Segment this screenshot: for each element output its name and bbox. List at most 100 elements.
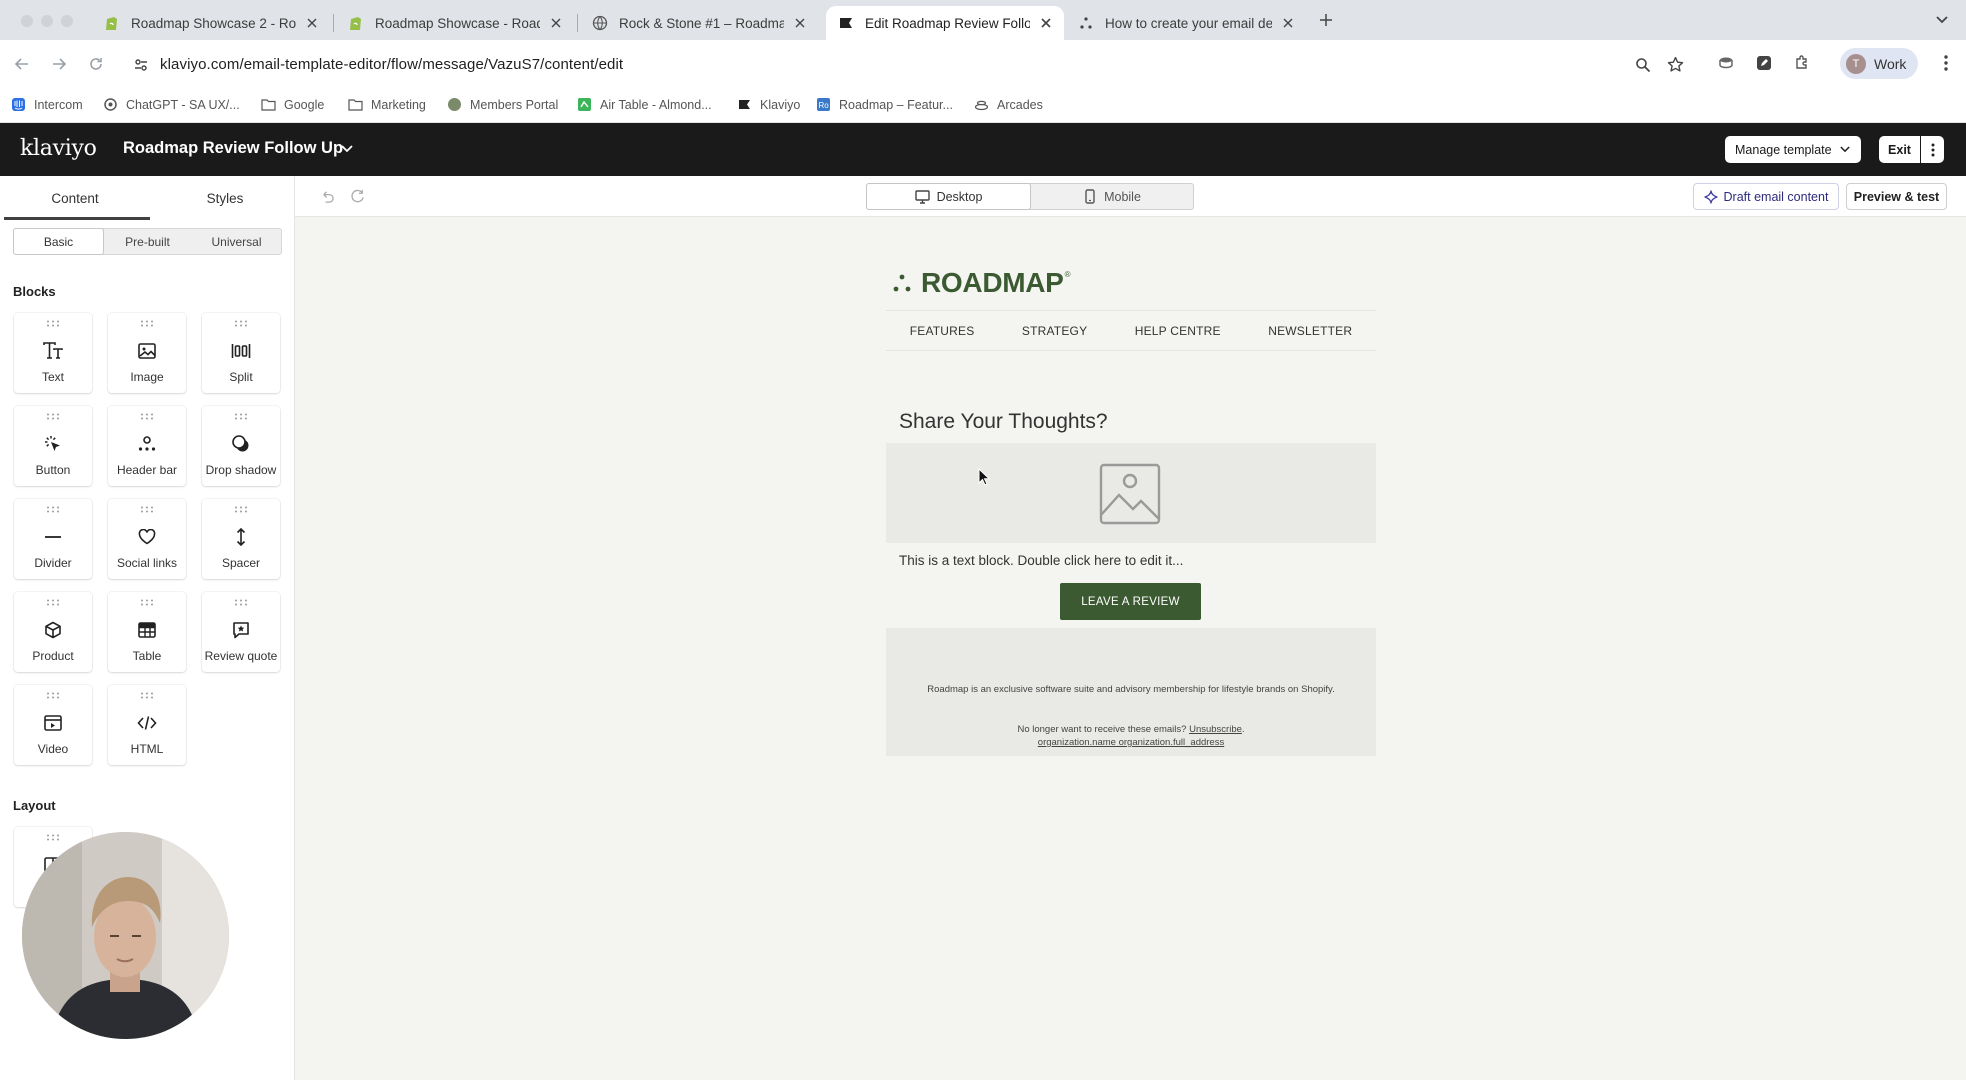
email-nav-bar[interactable]: FEATURES STRATEGY HELP CENTRE NEWSLETTER bbox=[886, 310, 1376, 351]
drag-handle-icon[interactable] bbox=[140, 320, 154, 327]
drag-handle-icon[interactable] bbox=[234, 413, 248, 420]
block-video[interactable]: Video bbox=[14, 685, 92, 765]
email-nav-features[interactable]: FEATURES bbox=[910, 324, 975, 338]
undo-icon[interactable] bbox=[319, 188, 335, 204]
browser-tab[interactable]: Roadmap Showcase - Roadm bbox=[336, 6, 574, 40]
block-html[interactable]: HTML bbox=[108, 685, 186, 765]
extension-storage-icon[interactable] bbox=[1716, 53, 1736, 73]
email-text-block[interactable]: This is a text block. Double click here … bbox=[899, 553, 1183, 568]
preview-test-button[interactable]: Preview & test bbox=[1846, 183, 1947, 210]
url-text[interactable]: klaviyo.com/email-template-editor/flow/m… bbox=[160, 56, 623, 73]
chevron-down-icon[interactable] bbox=[339, 141, 355, 157]
email-nav-help-centre[interactable]: HELP CENTRE bbox=[1135, 324, 1221, 338]
image-placeholder-block[interactable] bbox=[886, 443, 1376, 543]
email-nav-newsletter[interactable]: NEWSLETTER bbox=[1268, 324, 1352, 338]
reload-icon[interactable] bbox=[85, 53, 107, 75]
block-drop-shadow[interactable]: Drop shadow bbox=[202, 406, 280, 486]
bookmark-members-portal[interactable]: Members Portal bbox=[447, 97, 558, 112]
browser-tab[interactable]: How to create your email des bbox=[1066, 6, 1306, 40]
close-icon[interactable] bbox=[1038, 15, 1054, 31]
drag-handle-icon[interactable] bbox=[46, 599, 60, 606]
block-table[interactable]: Table bbox=[108, 592, 186, 672]
segment-basic[interactable]: Basic bbox=[13, 228, 104, 255]
draft-email-content-button[interactable]: Draft email content bbox=[1693, 183, 1839, 210]
exit-button[interactable]: Exit bbox=[1879, 136, 1920, 163]
drag-handle-icon[interactable] bbox=[140, 692, 154, 699]
profile-chip[interactable]: T Work bbox=[1840, 48, 1918, 79]
browser-tab-active[interactable]: Edit Roadmap Review Follow bbox=[826, 6, 1064, 40]
bookmark-google[interactable]: Google bbox=[261, 97, 324, 112]
browser-tab[interactable]: Rock & Stone #1 – Roadmap bbox=[580, 6, 818, 40]
block-label: Split bbox=[229, 370, 253, 384]
address-bar[interactable]: klaviyo.com/email-template-editor/flow/m… bbox=[124, 48, 1686, 81]
drag-handle-icon[interactable] bbox=[46, 413, 60, 420]
bookmark-chatgpt[interactable]: ChatGPT - SA UX/... bbox=[103, 97, 240, 112]
bookmark-marketing[interactable]: Marketing bbox=[348, 97, 426, 112]
drag-handle-icon[interactable] bbox=[140, 599, 154, 606]
bookmark-star-icon[interactable] bbox=[1665, 54, 1685, 74]
redo-icon[interactable] bbox=[349, 188, 365, 204]
drag-handle-icon[interactable] bbox=[140, 413, 154, 420]
email-heading[interactable]: Share Your Thoughts? bbox=[899, 410, 1108, 434]
drag-handle-icon[interactable] bbox=[140, 506, 154, 513]
chevron-down-icon[interactable] bbox=[1932, 10, 1952, 30]
bookmark-roadmap-features[interactable]: Ro Roadmap – Featur... bbox=[816, 97, 953, 112]
bookmark-intercom[interactable]: Intercom bbox=[11, 97, 83, 112]
email-footer[interactable]: Roadmap is an exclusive software suite a… bbox=[886, 628, 1376, 756]
tab-styles[interactable]: Styles bbox=[150, 176, 300, 220]
window-zoom-dot[interactable] bbox=[61, 15, 73, 27]
new-tab-icon[interactable] bbox=[1316, 10, 1336, 30]
tab-content[interactable]: Content bbox=[0, 176, 150, 220]
drag-handle-icon[interactable] bbox=[46, 692, 60, 699]
close-icon[interactable] bbox=[792, 15, 808, 31]
mouse-cursor-icon bbox=[978, 468, 990, 486]
block-text[interactable]: Text bbox=[14, 313, 92, 393]
more-vertical-icon[interactable] bbox=[1921, 136, 1944, 163]
segment-universal[interactable]: Universal bbox=[192, 229, 281, 254]
extensions-puzzle-icon[interactable] bbox=[1792, 53, 1812, 73]
block-review-quote[interactable]: Review quote bbox=[202, 592, 280, 672]
block-button[interactable]: Button bbox=[14, 406, 92, 486]
manage-template-button[interactable]: Manage template bbox=[1725, 136, 1861, 163]
drag-handle-icon[interactable] bbox=[46, 834, 60, 841]
block-divider[interactable]: Divider bbox=[14, 499, 92, 579]
drag-handle-icon[interactable] bbox=[234, 506, 248, 513]
unsubscribe-link[interactable]: Unsubscribe bbox=[1189, 724, 1242, 735]
window-minimize-dot[interactable] bbox=[41, 15, 53, 27]
email-logo[interactable]: ROADMAP ® bbox=[892, 267, 1070, 298]
tab-separator bbox=[333, 14, 334, 32]
footer-about-text: Roadmap is an exclusive software suite a… bbox=[927, 684, 1335, 695]
bookmark-klaviyo[interactable]: Klaviyo bbox=[737, 97, 800, 112]
forward-arrow-icon[interactable] bbox=[48, 53, 70, 75]
drag-handle-icon[interactable] bbox=[46, 320, 60, 327]
close-icon[interactable] bbox=[304, 15, 320, 31]
email-nav-strategy[interactable]: STRATEGY bbox=[1022, 324, 1087, 338]
close-icon[interactable] bbox=[1280, 15, 1296, 31]
zoom-icon[interactable] bbox=[1633, 55, 1652, 74]
leave-review-button[interactable]: LEAVE A REVIEW bbox=[1060, 583, 1201, 620]
block-label: Text bbox=[41, 370, 64, 384]
block-split[interactable]: Split bbox=[202, 313, 280, 393]
block-spacer[interactable]: Spacer bbox=[202, 499, 280, 579]
drag-handle-icon[interactable] bbox=[46, 506, 60, 513]
bookmark-label: Members Portal bbox=[470, 97, 559, 112]
window-close-dot[interactable] bbox=[21, 15, 33, 27]
device-desktop-button[interactable]: Desktop bbox=[866, 183, 1031, 210]
template-name[interactable]: Roadmap Review Follow Up bbox=[123, 139, 343, 158]
device-mobile-button[interactable]: Mobile bbox=[1030, 184, 1193, 209]
block-product[interactable]: Product bbox=[14, 592, 92, 672]
more-vertical-icon[interactable] bbox=[1936, 53, 1956, 73]
segment-pre-built[interactable]: Pre-built bbox=[103, 229, 192, 254]
close-icon[interactable] bbox=[548, 15, 564, 31]
back-arrow-icon[interactable] bbox=[11, 53, 33, 75]
bookmark-arcades[interactable]: Arcades bbox=[974, 97, 1043, 112]
block-social-links[interactable]: Social links bbox=[108, 499, 186, 579]
site-settings-icon[interactable] bbox=[132, 56, 149, 73]
block-image[interactable]: Image bbox=[108, 313, 186, 393]
extension-edit-icon[interactable] bbox=[1754, 53, 1774, 73]
drag-handle-icon[interactable] bbox=[234, 599, 248, 606]
bookmark-airtable[interactable]: Air Table - Almond... bbox=[577, 97, 712, 112]
drag-handle-icon[interactable] bbox=[234, 320, 248, 327]
block-header-bar[interactable]: Header bar bbox=[108, 406, 186, 486]
browser-tab[interactable]: Roadmap Showcase 2 - Road bbox=[92, 6, 330, 40]
